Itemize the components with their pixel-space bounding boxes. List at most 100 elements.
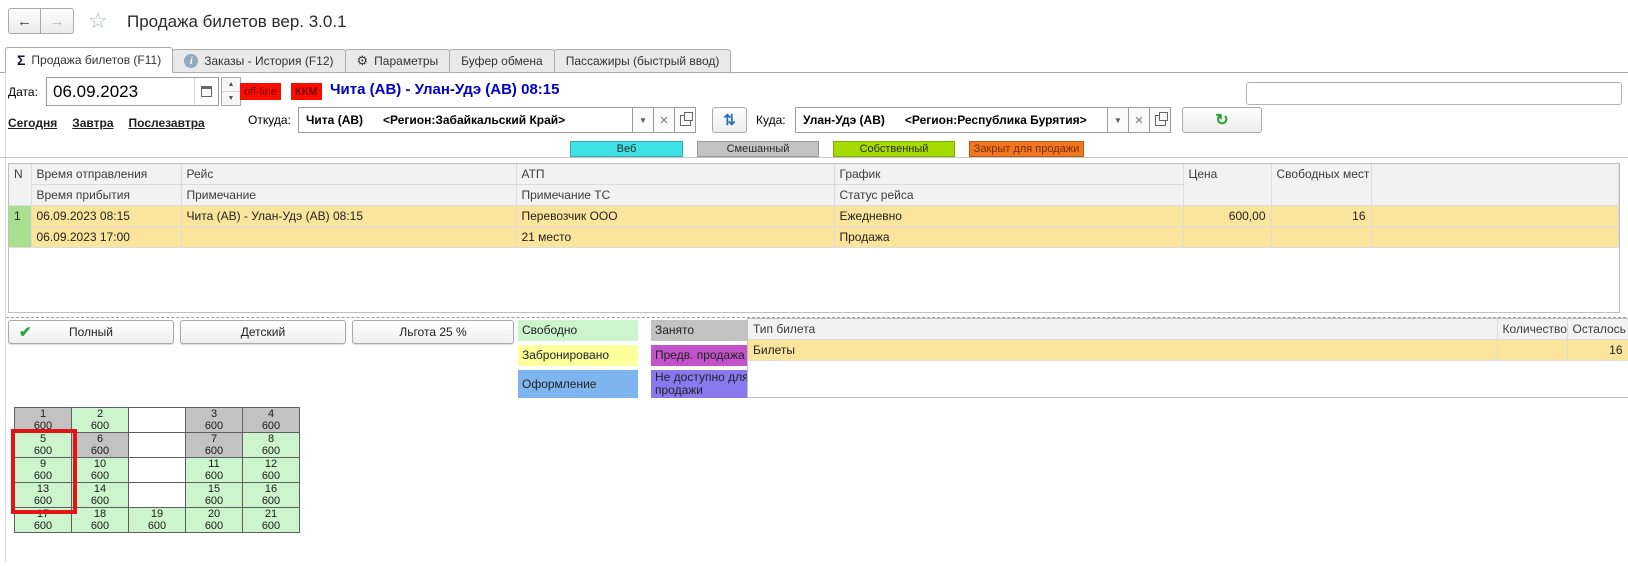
seat-4[interactable]: 4600 (243, 408, 300, 433)
trip-arrival-time: 06.09.2023 17:00 (31, 227, 181, 248)
fare-button-2[interactable]: Детский (180, 320, 346, 344)
seat-11[interactable]: 11600 (186, 458, 243, 483)
seat-1[interactable]: 1600 (15, 408, 72, 433)
tab-5[interactable]: Пассажиры (быстрый ввод) (554, 49, 732, 73)
seat-legend-free: Свободно (518, 320, 638, 341)
seat-number: 2 (72, 408, 128, 420)
fare-button-3[interactable]: Льгота 25 % (352, 320, 514, 344)
from-input[interactable]: Чита (АВ) <Регион:Забайкальский Край> (298, 107, 633, 133)
quick-link-1[interactable]: Сегодня (8, 116, 57, 130)
date-value[interactable]: 06.09.2023 (47, 78, 194, 105)
back-button[interactable]: ← (8, 8, 41, 34)
seat-3[interactable]: 3600 (186, 408, 243, 433)
seat-row: 9600106001160012600 (15, 458, 300, 483)
trip-row[interactable]: 1 06.09.2023 08:15 Чита (АВ) - Улан-Удэ … (9, 206, 1619, 227)
seat-row: 1760018600196002060021600 (15, 508, 300, 533)
seat-price: 600 (15, 520, 71, 532)
tab-2[interactable]: iЗаказы - История (F12) (172, 49, 345, 73)
to-dropdown-button[interactable]: ▼ (1108, 107, 1129, 133)
seat-price: 600 (243, 470, 299, 482)
seat-row: 16002600 36004600 (15, 408, 300, 433)
column-header-atp: АТП (516, 164, 834, 185)
to-input[interactable]: Улан-Удэ (АВ) <Регион:Республика Бурятия… (795, 107, 1108, 133)
tab-4[interactable]: Буфер обмена (449, 49, 555, 73)
tab-3[interactable]: ⚙Параметры (345, 49, 451, 73)
empty-field (1246, 82, 1622, 105)
seat-number: 8 (243, 433, 299, 445)
seat-7[interactable]: 7600 (186, 433, 243, 458)
seat-10[interactable]: 10600 (72, 458, 129, 483)
seat-5[interactable]: 5600 (15, 433, 72, 458)
seat-20[interactable]: 20600 (186, 508, 243, 533)
date-step-up-button[interactable]: ▲ (222, 78, 240, 92)
to-value: Улан-Удэ (АВ) (803, 113, 885, 127)
seat-8[interactable]: 8600 (243, 433, 300, 458)
seat-15[interactable]: 15600 (186, 483, 243, 508)
sale-type-3[interactable]: Собственный (833, 141, 955, 157)
from-value: Чита (АВ) (306, 113, 363, 127)
tab-label: Пассажиры (быстрый ввод) (566, 54, 720, 68)
seat-number: 3 (186, 408, 242, 420)
ticket-type-quantity (1497, 340, 1567, 361)
seat-18[interactable]: 18600 (72, 508, 129, 533)
sigma-icon: Σ (17, 52, 25, 68)
fare-button-1[interactable]: ✔Полный (8, 320, 174, 344)
swap-directions-button[interactable]: ⇅ (712, 107, 747, 133)
ticket-column-quantity: Количество (1497, 319, 1567, 340)
tab-label: Продажа билетов (F11) (31, 53, 161, 67)
title-bar: ← → ☆ Продажа билетов вер. 3.0.1 (0, 0, 1628, 48)
from-clear-button[interactable]: ✕ (654, 107, 675, 133)
seat-number: 1 (15, 408, 71, 420)
ticket-type-row[interactable]: Билеты 16 (748, 340, 1628, 361)
open-form-icon (680, 115, 691, 126)
seat-number: 12 (243, 458, 299, 470)
seat-6[interactable]: 6600 (72, 433, 129, 458)
seat-price: 600 (15, 470, 71, 482)
favorite-star-icon[interactable]: ☆ (88, 8, 108, 34)
trip-row-subrow[interactable]: 06.09.2023 17:00 21 место Продажа (9, 227, 1619, 248)
column-header-route: Рейс (181, 164, 516, 185)
refresh-button[interactable]: ↻ (1182, 107, 1262, 133)
seat-9[interactable]: 9600 (15, 458, 72, 483)
to-clear-button[interactable]: ✕ (1129, 107, 1150, 133)
seat-13[interactable]: 13600 (15, 483, 72, 508)
seat-legend-presale: Предв. продажа (651, 345, 757, 366)
seat-14[interactable]: 14600 (72, 483, 129, 508)
aisle-cell (129, 458, 186, 483)
seat-price: 600 (129, 520, 185, 532)
sale-type-1[interactable]: Веб (570, 141, 683, 157)
to-combo: Улан-Удэ (АВ) <Регион:Республика Бурятия… (795, 107, 1171, 133)
trip-free-seats: 16 (1271, 206, 1371, 227)
seat-number: 5 (15, 433, 71, 445)
horizontal-divider (0, 157, 1628, 158)
seat-2[interactable]: 2600 (72, 408, 129, 433)
quick-link-3[interactable]: Послезавтра (129, 116, 205, 130)
ticket-column-type: Тип билета (748, 319, 1497, 340)
seat-19[interactable]: 19600 (129, 508, 186, 533)
seat-17[interactable]: 17600 (15, 508, 72, 533)
seat-21[interactable]: 21600 (243, 508, 300, 533)
back-arrow-icon: ← (17, 13, 32, 30)
seat-row: 56006600 76008600 (15, 433, 300, 458)
seat-legend-unavailable: Не доступно для продажи (651, 370, 757, 398)
date-step-down-button[interactable]: ▼ (222, 92, 240, 105)
forward-button[interactable]: → (41, 8, 74, 34)
from-open-button[interactable] (675, 107, 696, 133)
seat-number: 11 (186, 458, 242, 470)
date-input[interactable]: 06.09.2023 (46, 77, 219, 106)
column-header-empty (1371, 164, 1619, 206)
trip-status: Продажа (834, 227, 1183, 248)
sale-type-4[interactable]: Закрыт для продажи (969, 141, 1084, 157)
seat-12[interactable]: 12600 (243, 458, 300, 483)
from-dropdown-button[interactable]: ▼ (633, 107, 654, 133)
seat-16[interactable]: 16600 (243, 483, 300, 508)
tab-label: Буфер обмена (461, 54, 543, 68)
quick-link-2[interactable]: Завтра (72, 116, 113, 130)
calendar-button[interactable] (194, 78, 218, 105)
from-label: Откуда: (248, 113, 291, 127)
sale-type-2[interactable]: Смешанный (697, 141, 819, 157)
to-open-button[interactable] (1150, 107, 1171, 133)
swap-arrows-icon: ⇅ (723, 111, 736, 129)
tab-1[interactable]: Σ Продажа билетов (F11) (5, 47, 173, 73)
column-header-n: N (9, 164, 31, 206)
